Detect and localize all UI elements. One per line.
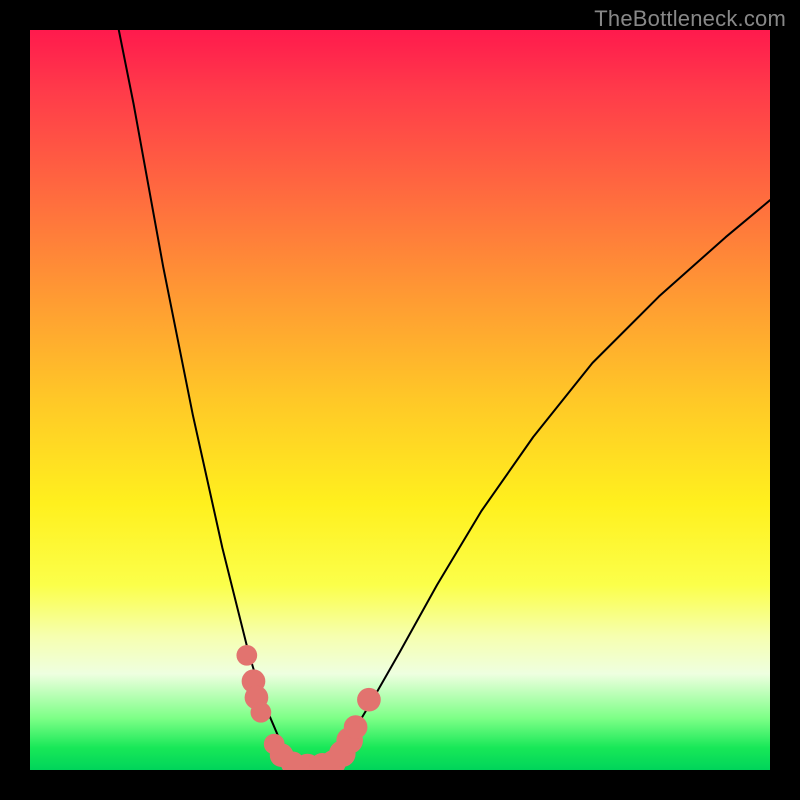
chart-svg <box>30 30 770 770</box>
highlight-dot <box>357 688 381 712</box>
highlight-dot <box>344 715 368 739</box>
highlight-dot <box>236 645 257 666</box>
highlight-dot <box>251 702 272 723</box>
plot-area <box>30 30 770 770</box>
bottleneck-curve <box>119 30 770 768</box>
watermark-text: TheBottleneck.com <box>594 6 786 32</box>
chart-frame: TheBottleneck.com <box>0 0 800 800</box>
